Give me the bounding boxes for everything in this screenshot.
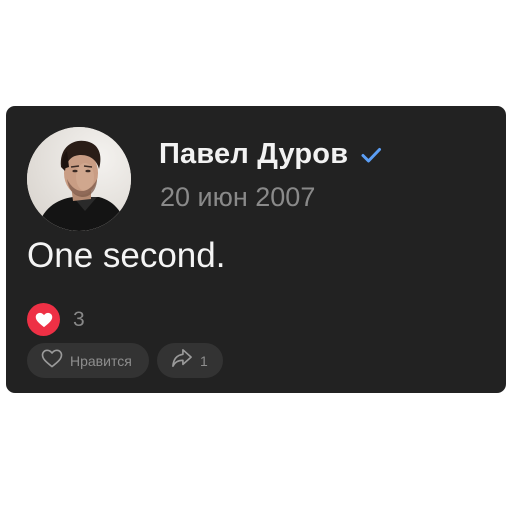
reaction-count: 3 — [73, 307, 85, 331]
verified-check-icon — [360, 144, 382, 166]
author-name[interactable]: Павел Дуров — [159, 138, 348, 171]
author-avatar[interactable] — [27, 127, 131, 231]
post-card: Павел Дуров 20 июн 2007 One second. 3 Нр… — [6, 106, 506, 393]
like-label: Нравится — [70, 352, 132, 369]
share-count: 1 — [200, 352, 208, 369]
heart-icon — [27, 303, 60, 336]
post-date[interactable]: 20 июн 2007 — [160, 182, 315, 213]
author-header: Павел Дуров — [159, 138, 382, 171]
post-text: One second. — [27, 236, 226, 275]
reactions-summary[interactable]: 3 — [27, 303, 85, 336]
share-arrow-icon — [171, 348, 193, 373]
like-button[interactable]: Нравится — [27, 343, 149, 378]
share-button[interactable]: 1 — [157, 343, 223, 378]
heart-outline-icon — [41, 349, 63, 373]
avatar-photo — [27, 127, 131, 231]
